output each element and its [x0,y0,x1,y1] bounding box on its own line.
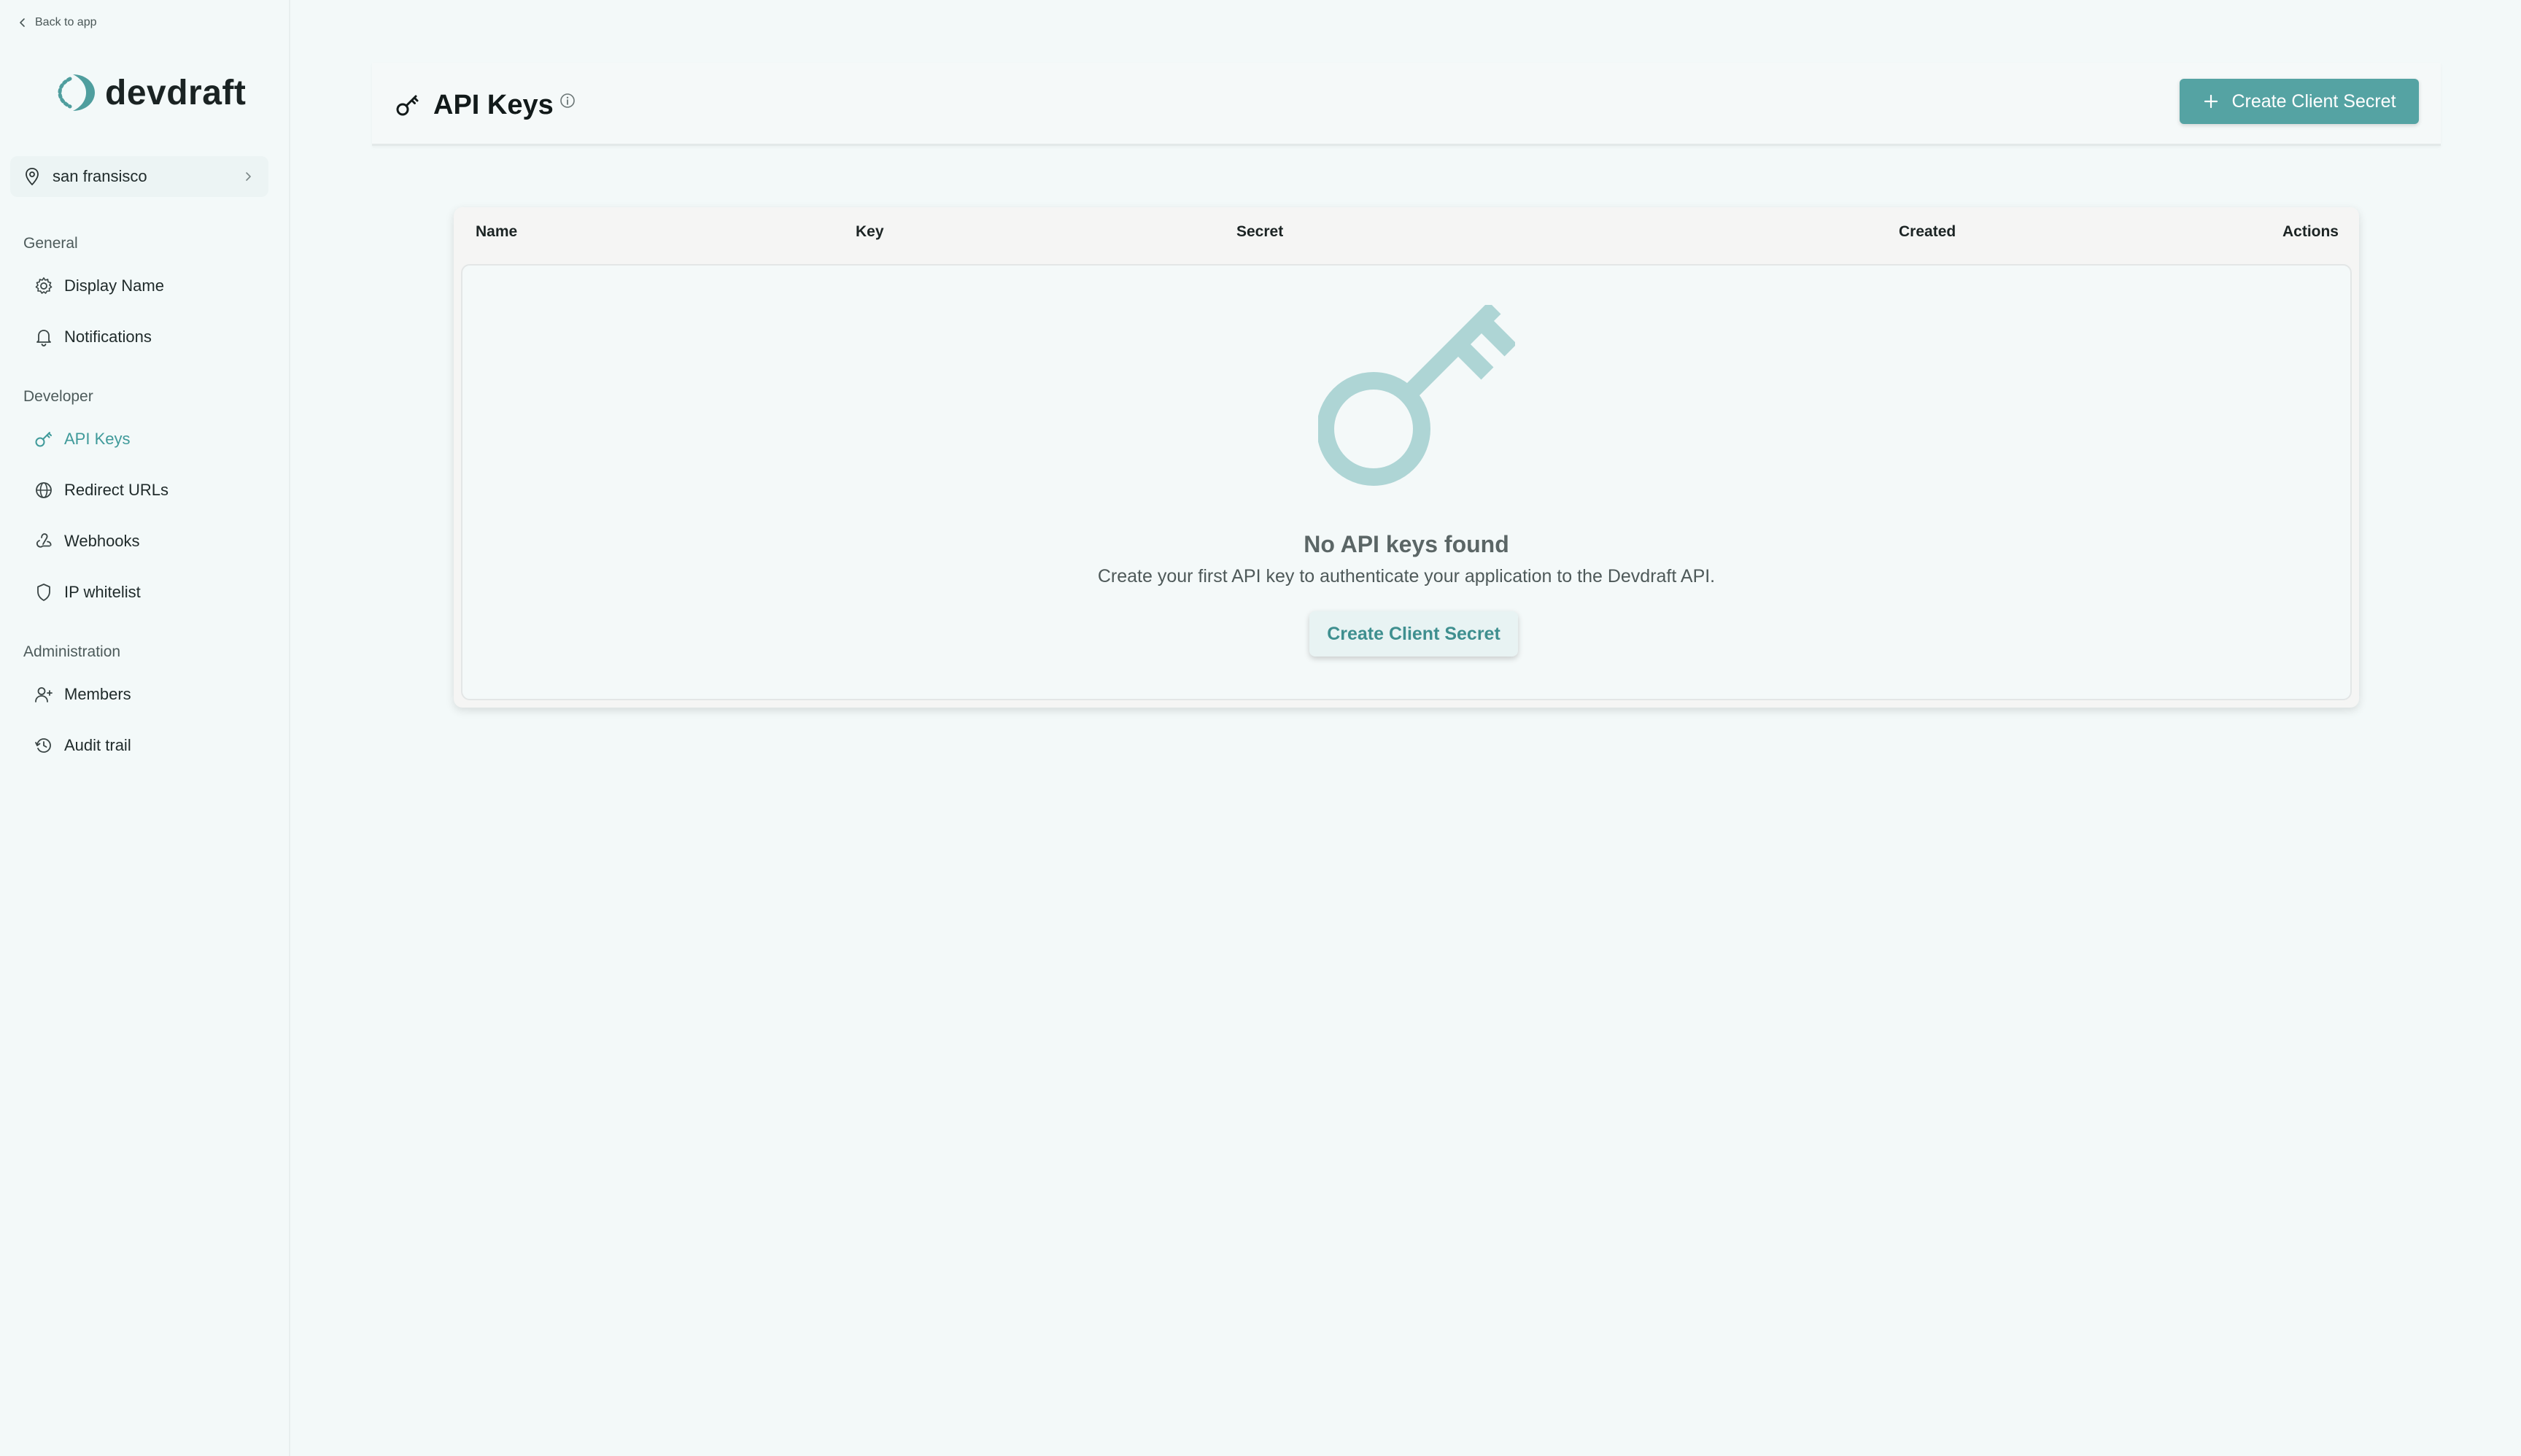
column-header-key[interactable]: Key [856,223,884,241]
sidebar-item-label: API Keys [64,430,131,448]
map-pin-icon [26,168,39,186]
key-icon [396,95,419,116]
chevron-left-icon [20,18,25,27]
section-administration: Administration [23,643,121,660]
create-client-secret-label: Create Client Secret [2231,90,2396,112]
column-header-secret[interactable]: Secret [1236,223,1283,241]
api-keys-table: Name Key Secret Created Actions No API k… [454,207,2359,708]
settings-sidebar: Back to app devdraft san fransisco Gener… [0,0,290,1456]
table-header: Name Key Secret Created Actions [454,207,2359,260]
page-header: API Keys Create Client Secret [372,63,2441,146]
back-to-app-link[interactable]: Back to app [18,13,97,32]
plus-icon [2204,94,2218,109]
sidebar-item-display-name[interactable]: Display Name [18,266,274,306]
empty-create-client-secret-button[interactable]: Create Client Secret [1309,611,1518,657]
empty-state: No API keys found Create your first API … [461,264,2352,700]
location-label: san fransisco [53,167,147,185]
key-icon [1318,305,1515,486]
bell-icon [36,330,51,346]
sidebar-item-audit-trail[interactable]: Audit trail [18,725,274,766]
sidebar-item-label: IP whitelist [64,583,141,601]
sidebar-item-members[interactable]: Members [18,674,274,715]
sidebar-item-label: Webhooks [64,532,140,550]
sidebar-item-redirect-urls[interactable]: Redirect URLs [18,470,274,511]
devdraft-logo-icon [58,74,95,111]
sidebar-item-label: Audit trail [64,736,131,754]
section-developer: Developer [23,388,93,405]
history-icon [35,738,51,753]
column-header-actions: Actions [2282,223,2339,240]
info-icon[interactable] [559,93,576,109]
create-client-secret-button[interactable]: Create Client Secret [2180,79,2419,124]
brand-name: devdraft [105,73,247,112]
location-selector[interactable]: san fransisco [10,156,268,197]
shield-icon [37,584,50,601]
empty-state-description: Create your first API key to authenticat… [1097,566,1716,586]
user-plus-icon [35,687,53,702]
sidebar-item-notifications[interactable]: Notifications [18,317,274,357]
page-title-text: API Keys [433,89,554,120]
sidebar-item-webhooks[interactable]: Webhooks [18,521,274,562]
sidebar-item-label: Redirect URLs [64,481,169,499]
globe-icon [36,482,52,498]
section-general: General [23,235,78,252]
sidebar-item-label: Notifications [64,328,152,346]
page-title: API Keys [394,85,576,125]
back-to-app-label: Back to app [35,16,97,28]
key-icon [35,432,52,447]
webhook-icon [36,533,52,548]
devdraft-logo[interactable]: devdraft [57,70,246,115]
column-header-created[interactable]: Created [1899,223,1956,241]
sidebar-item-label: Members [64,685,131,703]
sidebar-item-api-keys[interactable]: API Keys [18,419,274,460]
sidebar-item-label: Display Name [64,276,164,295]
gear-icon [35,277,53,294]
column-header-name[interactable]: Name [476,223,517,241]
sidebar-item-ip-whitelist[interactable]: IP whitelist [18,572,274,613]
empty-state-title: No API keys found [1304,531,1509,557]
chevron-right-icon [246,172,251,181]
